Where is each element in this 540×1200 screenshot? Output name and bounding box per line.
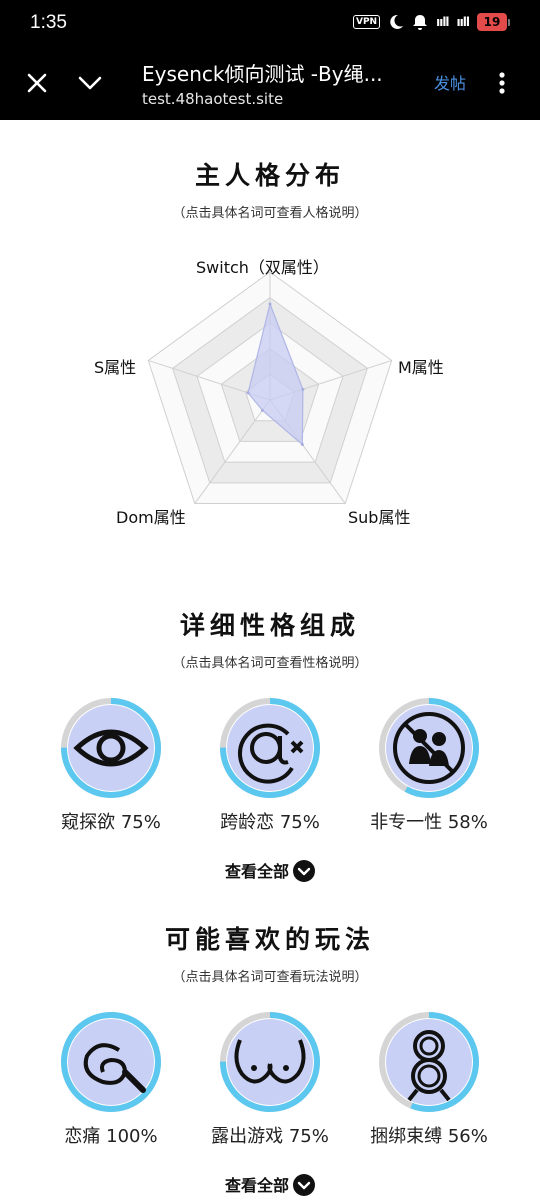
- play-item-algolagnia[interactable]: 恋痛 100%: [36, 1010, 186, 1148]
- main-personality-subtitle: （点击具体名词可查看人格说明）: [172, 206, 368, 221]
- play-ring-bondage: [379, 1012, 479, 1112]
- radar-axis-dom[interactable]: Dom属性: [116, 504, 186, 528]
- browser-top-bar: Eysenck倾向测试 -By绳... test.48haotest.site …: [0, 46, 540, 120]
- ring-inner: [68, 705, 154, 791]
- page-url: test.48haotest.site: [142, 90, 284, 108]
- ring-inner: [227, 1019, 313, 1105]
- trait-item-age-gap[interactable]: 跨龄恋 75%: [195, 696, 345, 834]
- trait-label-peeping: 窥探欲 75%: [61, 812, 161, 833]
- play-label-algolagnia: 恋痛 100%: [64, 1126, 158, 1147]
- radar-data-point: [268, 302, 272, 306]
- moon-icon: [390, 14, 404, 29]
- play-ring-exposure: [220, 1012, 320, 1112]
- main-personality-title: 主人格分布: [194, 161, 345, 190]
- battery-level: 19: [477, 13, 507, 31]
- trait-ring-age-gap: [220, 698, 320, 798]
- radar-data-point: [301, 387, 305, 391]
- trait-item-peeping[interactable]: 窥探欲 75%: [36, 696, 186, 834]
- trait-ring-peeping: [61, 698, 161, 798]
- plays-title: 可能喜欢的玩法: [164, 925, 375, 954]
- radar-chart: Switch（双属性） M属性 Sub属性 Dom属性 S属性: [0, 240, 540, 660]
- radar-axis-m[interactable]: M属性: [398, 354, 444, 378]
- vpn-icon: VPN: [353, 15, 381, 29]
- radar-data-point: [246, 391, 250, 395]
- traits-see-all-button[interactable]: 查看全部: [0, 858, 540, 884]
- play-label-exposure: 露出游戏 75%: [211, 1126, 329, 1147]
- chevron-down-icon[interactable]: [74, 68, 106, 98]
- radar-svg: [147, 271, 393, 505]
- radar-data-point: [260, 408, 264, 412]
- signal-icon-2: ııll: [456, 15, 470, 29]
- status-bar: 1:35 VPN ııll ııll 19: [0, 0, 540, 46]
- radar-axis-s[interactable]: S属性: [94, 354, 136, 378]
- trait-ring-non-monogamy: [379, 698, 479, 798]
- traits-subtitle: （点击具体名词可查看性格说明）: [172, 656, 368, 671]
- status-icons: VPN ııll ııll 19: [353, 13, 510, 31]
- trait-label-age-gap: 跨龄恋 75%: [220, 812, 320, 833]
- play-ring-algolagnia: [61, 1012, 161, 1112]
- plays-see-all-button[interactable]: 查看全部: [0, 1172, 540, 1198]
- page-title: Eysenck倾向测试 -By绳...: [142, 62, 383, 86]
- content: 主人格分布 （点击具体名词可查看人格说明） Switch（双属性） M属性 Su…: [0, 120, 540, 1200]
- plays-subtitle: （点击具体名词可查看玩法说明）: [172, 970, 368, 985]
- chevron-down-icon: [293, 859, 315, 882]
- more-icon[interactable]: [490, 68, 514, 98]
- play-item-exposure[interactable]: 露出游戏 75%: [195, 1010, 345, 1148]
- status-time: 1:35: [30, 12, 67, 33]
- bell-icon: [413, 15, 428, 30]
- trait-label-non-monogamy: 非专一性 58%: [370, 812, 488, 833]
- radar-axis-switch[interactable]: Switch（双属性）: [196, 254, 329, 278]
- battery-icon: 19: [477, 13, 510, 31]
- play-item-bondage[interactable]: 捆绑束缚 56%: [354, 1010, 504, 1148]
- post-button[interactable]: 发帖: [434, 70, 466, 94]
- radar-axis-sub[interactable]: Sub属性: [348, 504, 410, 528]
- close-icon[interactable]: [22, 68, 52, 98]
- radar-data-point: [300, 443, 304, 447]
- traits-title: 详细性格组成: [179, 611, 360, 640]
- chevron-down-icon: [293, 1173, 315, 1196]
- signal-icon: ııll: [436, 15, 449, 29]
- trait-item-non-monogamy[interactable]: 非专一性 58%: [354, 696, 504, 834]
- play-label-bondage: 捆绑束缚 56%: [370, 1126, 488, 1147]
